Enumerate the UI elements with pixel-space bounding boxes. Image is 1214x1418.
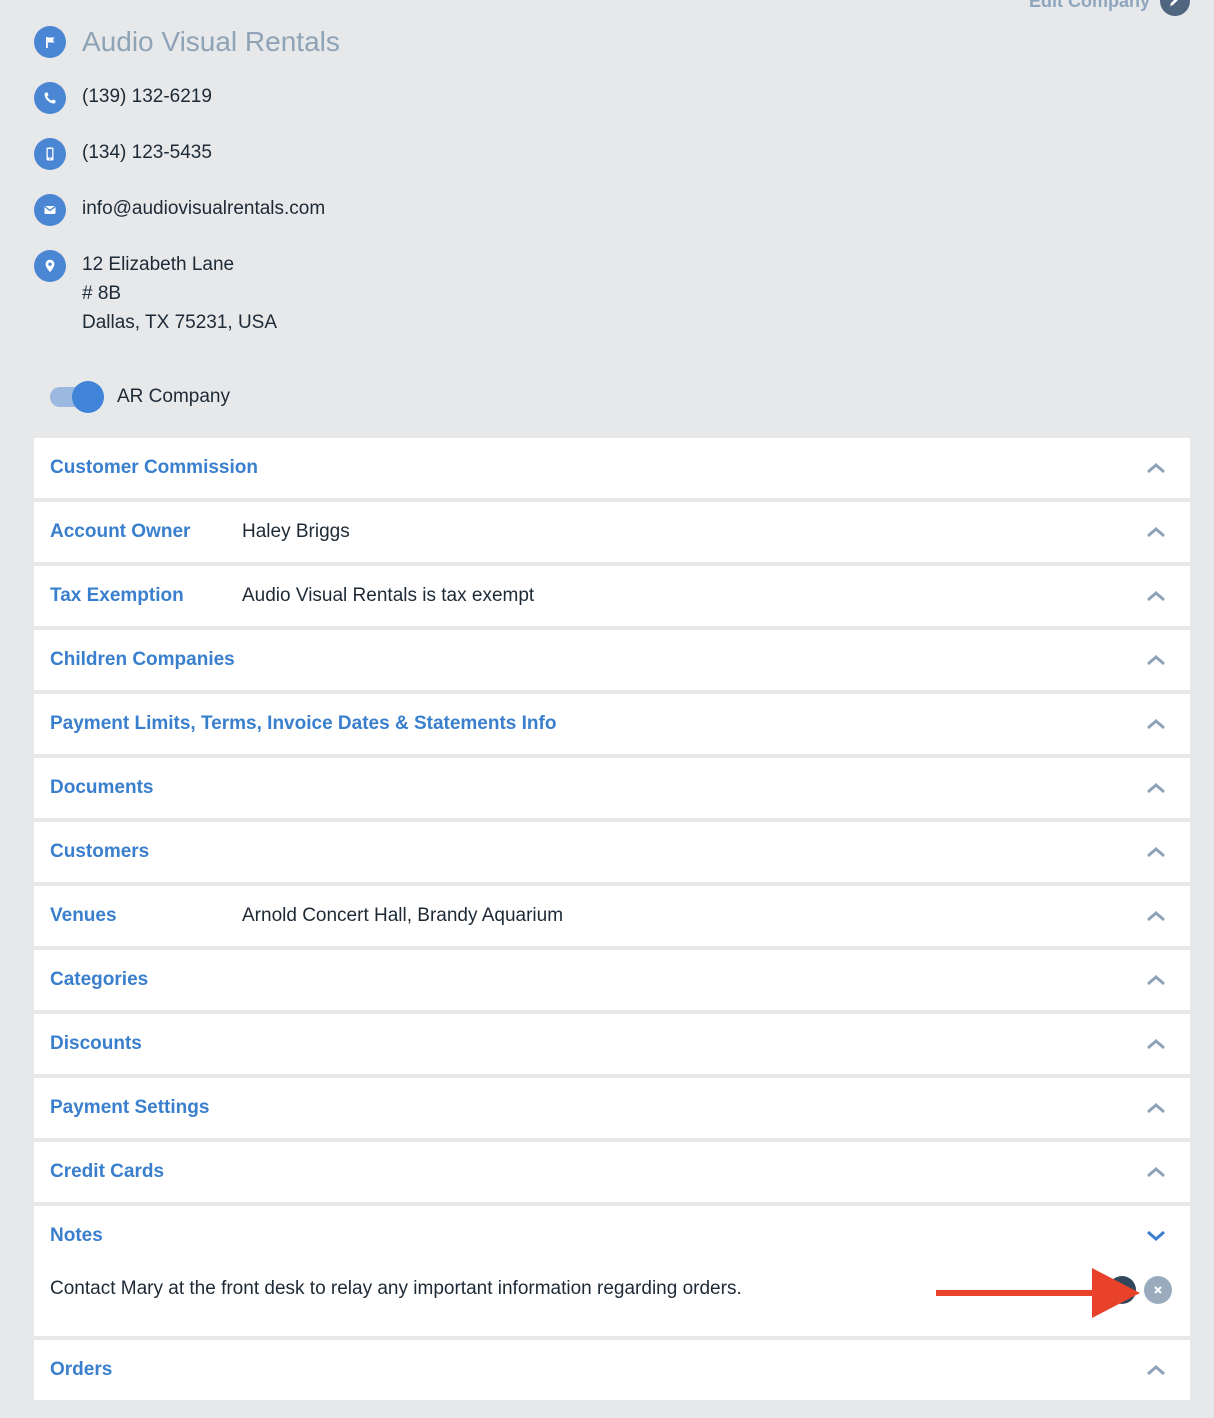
company-name-row: Audio Visual Rentals: [34, 26, 340, 58]
chevron-up-icon[interactable]: [1146, 1102, 1166, 1114]
section-header[interactable]: Payment Limits, Terms, Invoice Dates & S…: [34, 694, 1190, 754]
ar-company-row: AR Company: [50, 380, 230, 414]
section-header[interactable]: Customers: [34, 822, 1190, 882]
section-header[interactable]: Payment Settings: [34, 1078, 1190, 1138]
section-header[interactable]: Children Companies: [34, 630, 1190, 690]
section-title: Documents: [50, 777, 154, 798]
section-value: Haley Briggs: [242, 521, 350, 542]
location-pin-icon: [34, 250, 66, 282]
ar-company-label: AR Company: [117, 386, 230, 407]
section-value: Arnold Concert Hall, Brandy Aquarium: [242, 905, 564, 926]
mobile-phone-icon: [34, 138, 66, 170]
chevron-up-icon[interactable]: [1146, 1038, 1166, 1050]
section-customers: Customers: [34, 822, 1190, 882]
mobile-text: (134) 123-5435: [82, 142, 212, 163]
section-header[interactable]: Notes: [34, 1206, 1190, 1266]
section-header[interactable]: Tax Exemption Audio Visual Rentals is ta…: [34, 566, 1190, 626]
section-value: Audio Visual Rentals is tax exempt: [242, 585, 535, 606]
delete-note-button[interactable]: [1144, 1276, 1172, 1304]
toggle-knob: [72, 381, 104, 413]
address-line-1: 12 Elizabeth Lane: [82, 254, 235, 275]
section-header[interactable]: Account Owner Haley Briggs: [34, 502, 1190, 562]
address-line-2: # 8B: [82, 283, 122, 304]
edit-company-button[interactable]: Edit Company: [1029, 0, 1190, 16]
chevron-up-icon[interactable]: [1146, 1364, 1166, 1376]
section-venues: Venues Arnold Concert Hall, Brandy Aquar…: [34, 886, 1190, 946]
section-documents: Documents: [34, 758, 1190, 818]
chevron-up-icon[interactable]: [1146, 654, 1166, 666]
section-orders: Orders: [34, 1340, 1190, 1400]
chevron-up-icon[interactable]: [1146, 1166, 1166, 1178]
sections-list: Customer Commission Account Owner Haley …: [34, 438, 1190, 1404]
section-header[interactable]: Discounts: [34, 1014, 1190, 1074]
section-customer-commission: Customer Commission: [34, 438, 1190, 498]
section-title: Tax Exemption: [50, 585, 184, 606]
section-title: Account Owner: [50, 521, 191, 542]
section-payment-limits: Payment Limits, Terms, Invoice Dates & S…: [34, 694, 1190, 754]
company-name: Audio Visual Rentals: [82, 26, 340, 57]
chevron-down-icon[interactable]: [1146, 1230, 1166, 1242]
section-tax-exemption: Tax Exemption Audio Visual Rentals is ta…: [34, 566, 1190, 626]
section-title: Payment Settings: [50, 1097, 210, 1118]
red-arrow-annotation: [936, 1268, 1140, 1318]
section-title: Categories: [50, 969, 149, 990]
chevron-up-icon[interactable]: [1146, 718, 1166, 730]
envelope-icon: [34, 194, 66, 226]
phone-text: (139) 132-6219: [82, 86, 212, 107]
address-line-3: Dallas, TX 75231, USA: [82, 312, 278, 333]
section-title: Notes: [50, 1225, 103, 1246]
edit-company-label: Edit Company: [1028, 0, 1150, 11]
section-title: Payment Limits, Terms, Invoice Dates & S…: [50, 713, 557, 734]
section-header[interactable]: Categories: [34, 950, 1190, 1010]
section-title: Children Companies: [50, 649, 235, 670]
section-title: Credit Cards: [50, 1161, 165, 1182]
section-children-companies: Children Companies: [34, 630, 1190, 690]
chevron-up-icon[interactable]: [1146, 462, 1166, 474]
phone-icon: [34, 82, 66, 114]
address-block: 12 Elizabeth Lane # 8B Dallas, TX 75231,…: [82, 250, 277, 337]
chevron-up-icon[interactable]: [1146, 782, 1166, 794]
chevron-up-icon[interactable]: [1146, 590, 1166, 602]
section-header[interactable]: Documents: [34, 758, 1190, 818]
chevron-up-icon[interactable]: [1146, 974, 1166, 986]
section-header[interactable]: Customer Commission: [34, 438, 1190, 498]
section-categories: Categories: [34, 950, 1190, 1010]
close-icon: [1154, 1286, 1162, 1294]
section-account-owner: Account Owner Haley Briggs: [34, 502, 1190, 562]
chevron-up-icon[interactable]: [1146, 910, 1166, 922]
address-row: 12 Elizabeth Lane # 8B Dallas, TX 75231,…: [34, 250, 277, 337]
section-header[interactable]: Venues Arnold Concert Hall, Brandy Aquar…: [34, 886, 1190, 946]
ar-company-toggle[interactable]: [50, 380, 104, 414]
section-title: Orders: [50, 1359, 113, 1380]
chevron-up-icon[interactable]: [1146, 526, 1166, 538]
chevron-up-icon[interactable]: [1146, 846, 1166, 858]
section-title: Customers: [50, 841, 150, 862]
section-title: Venues: [50, 905, 117, 926]
section-header[interactable]: Credit Cards: [34, 1142, 1190, 1202]
email-text: info@audiovisualrentals.com: [82, 198, 326, 219]
mobile-row: (134) 123-5435: [34, 138, 212, 170]
section-header[interactable]: Orders: [34, 1340, 1190, 1400]
pencil-icon: [1160, 0, 1190, 16]
section-payment-settings: Payment Settings: [34, 1078, 1190, 1138]
section-title: Discounts: [50, 1033, 142, 1054]
section-credit-cards: Credit Cards: [34, 1142, 1190, 1202]
flag-icon: [34, 26, 66, 58]
section-discounts: Discounts: [34, 1014, 1190, 1074]
email-row: info@audiovisualrentals.com: [34, 194, 325, 226]
section-title: Customer Commission: [50, 457, 258, 478]
note-text: Contact Mary at the front desk to relay …: [50, 1278, 742, 1299]
phone-row: (139) 132-6219: [34, 82, 212, 114]
